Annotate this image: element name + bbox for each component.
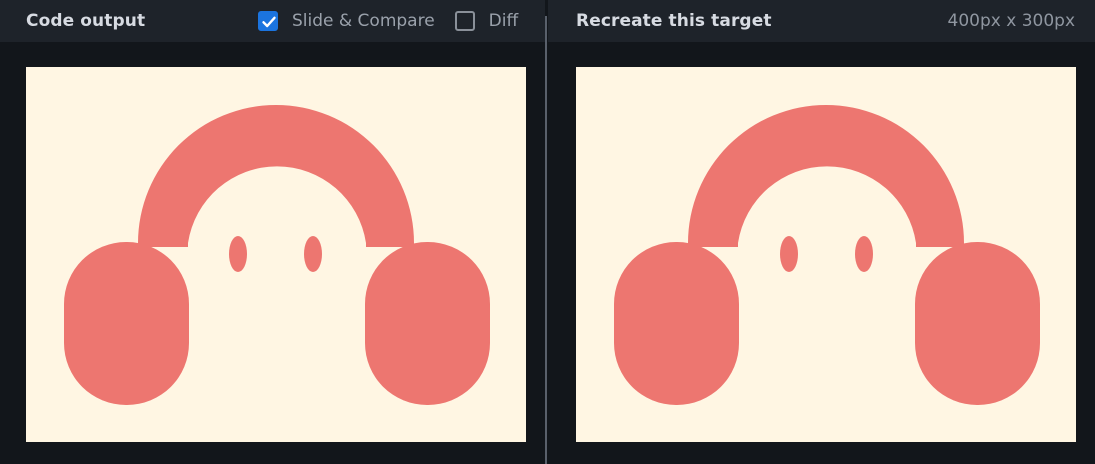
slide-compare-checkbox[interactable] xyxy=(258,11,278,31)
left-eye xyxy=(780,236,798,272)
code-output-canvas xyxy=(26,67,526,442)
panel-divider[interactable] xyxy=(545,16,547,464)
target-title: Recreate this target xyxy=(576,11,772,31)
code-output-title: Code output xyxy=(26,11,146,31)
slide-compare-toggle[interactable]: Slide & Compare xyxy=(258,11,435,31)
app-window: Code output Slide & Compare Diff Recreat… xyxy=(0,0,1095,464)
target-size-readout: 400px x 300px xyxy=(947,11,1075,31)
compare-controls: Slide & Compare Diff xyxy=(258,9,518,33)
headband xyxy=(138,105,414,247)
target-canvas xyxy=(576,67,1076,442)
check-icon xyxy=(262,16,276,28)
right-eye xyxy=(304,236,322,272)
diff-label: Diff xyxy=(488,11,519,31)
headphones-face-illustration xyxy=(614,105,1040,405)
target-panel: Recreate this target 400px x 300px xyxy=(548,0,1095,464)
headphones-face-illustration xyxy=(64,105,490,405)
headband xyxy=(688,105,964,247)
slide-compare-label: Slide & Compare xyxy=(292,11,435,31)
right-ear-cup xyxy=(915,242,1040,405)
left-eye xyxy=(229,236,247,272)
left-ear-cup xyxy=(614,242,739,405)
left-ear-cup xyxy=(64,242,189,405)
diff-checkbox[interactable] xyxy=(454,11,475,31)
diff-toggle[interactable]: Diff xyxy=(454,11,519,31)
code-output-header: Code output Slide & Compare Diff xyxy=(0,0,545,42)
right-ear-cup xyxy=(365,242,490,405)
code-output-panel: Code output Slide & Compare Diff xyxy=(0,0,545,464)
right-eye xyxy=(855,236,873,272)
target-header: Recreate this target 400px x 300px xyxy=(548,0,1095,42)
